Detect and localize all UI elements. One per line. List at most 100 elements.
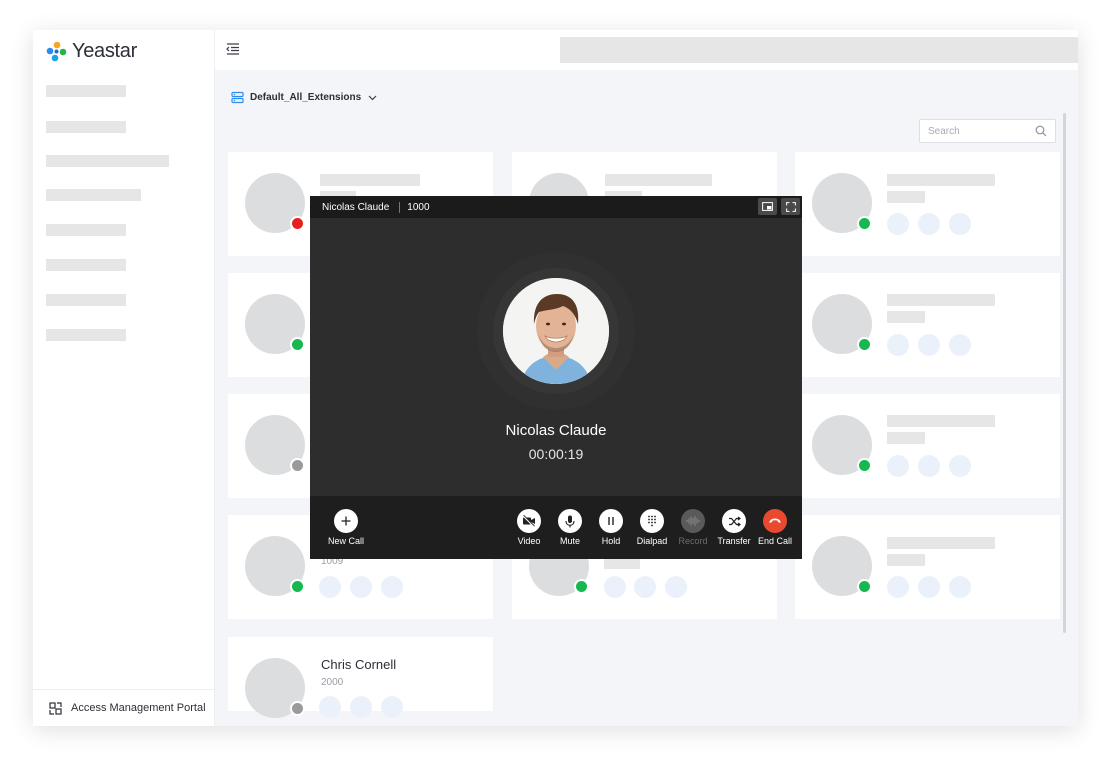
status-online-indicator [857, 337, 872, 352]
contact-card[interactable] [795, 273, 1060, 377]
ext-placeholder [887, 311, 925, 323]
sidebar-item-placeholder[interactable] [46, 189, 141, 201]
header-placeholder-bar [560, 37, 1078, 63]
action-placeholder-icon[interactable] [918, 455, 940, 477]
name-placeholder [320, 174, 420, 186]
hold-button[interactable]: Hold [588, 509, 634, 546]
transfer-icon [728, 516, 741, 526]
action-placeholder-icon[interactable] [381, 696, 403, 718]
sidebar-item-placeholder[interactable] [46, 85, 126, 97]
action-placeholder-icon[interactable] [949, 213, 971, 235]
transfer-button[interactable]: Transfer [711, 509, 757, 546]
contact-card[interactable] [795, 152, 1060, 256]
caller-avatar [503, 278, 609, 384]
action-placeholder-icon[interactable] [887, 455, 909, 477]
action-placeholder-icon[interactable] [949, 455, 971, 477]
name-placeholder [887, 537, 995, 549]
action-placeholder-icon[interactable] [918, 576, 940, 598]
status-online-indicator [290, 337, 305, 352]
fullscreen-button[interactable] [781, 198, 800, 215]
hold-circle [599, 509, 623, 533]
action-placeholder-icon[interactable] [665, 576, 687, 598]
microphone-icon [565, 515, 575, 527]
sidebar-item-placeholder[interactable] [46, 121, 126, 133]
extension-group-selector[interactable]: Default_All_Extensions [231, 91, 377, 104]
top-header [215, 30, 1078, 70]
action-placeholder-icon[interactable] [350, 696, 372, 718]
end-call-circle [763, 509, 787, 533]
sidebar-item-placeholder[interactable] [46, 329, 126, 341]
action-placeholder-icon[interactable] [887, 334, 909, 356]
action-placeholder-icon[interactable] [634, 576, 656, 598]
search-icon[interactable] [1035, 125, 1047, 137]
sidebar-item-placeholder[interactable] [46, 155, 169, 167]
video-button[interactable]: Video [506, 509, 552, 546]
record-label: Record [678, 536, 708, 546]
active-call-window: Nicolas Claude 1000 Nicolas Claude 00:00… [310, 196, 802, 559]
action-placeholder-icon[interactable] [350, 576, 372, 598]
dialpad-icon [648, 515, 656, 527]
action-placeholder-icon[interactable] [887, 576, 909, 598]
transfer-label: Transfer [717, 536, 751, 546]
new-call-label: New Call [327, 536, 364, 546]
record-circle [681, 509, 705, 533]
new-call-button[interactable]: New Call [323, 509, 369, 546]
action-placeholder-icon[interactable] [319, 576, 341, 598]
picture-in-picture-button[interactable] [758, 198, 777, 215]
action-placeholder-icon[interactable] [949, 334, 971, 356]
ext-placeholder [887, 554, 925, 566]
end-call-button[interactable]: End Call [752, 509, 798, 546]
yeastar-logo: Yeastar [46, 40, 137, 63]
access-management-portal-link[interactable]: Access Management Portal [33, 689, 215, 726]
dialpad-label: Dialpad [636, 536, 668, 546]
call-title-name: Nicolas Claude [322, 201, 390, 213]
chevron-down-icon [368, 95, 377, 100]
action-placeholder-icon[interactable] [918, 213, 940, 235]
sidebar-item-placeholder[interactable] [46, 294, 126, 306]
dialpad-button[interactable]: Dialpad [629, 509, 675, 546]
mute-button[interactable]: Mute [547, 509, 593, 546]
ext-placeholder [604, 559, 640, 569]
action-placeholder-icon[interactable] [887, 213, 909, 235]
content-scrollbar[interactable] [1063, 113, 1066, 633]
name-placeholder [887, 294, 995, 306]
call-title-extension: 1000 [407, 201, 430, 213]
video-circle [517, 509, 541, 533]
dialpad-circle [640, 509, 664, 533]
action-placeholder-icon[interactable] [381, 576, 403, 598]
search-input[interactable] [920, 120, 1030, 142]
plus-icon [341, 516, 351, 526]
sidebar-item-placeholder[interactable] [46, 224, 126, 236]
mute-circle [558, 509, 582, 533]
action-placeholder-icon[interactable] [918, 334, 940, 356]
record-button[interactable]: Record [670, 509, 716, 546]
video-label: Video [517, 536, 541, 546]
new-call-circle [334, 509, 358, 533]
call-control-bar: New Call Video Mute Hold Dialpad Record … [310, 496, 802, 559]
title-divider [399, 201, 401, 213]
caller-name: Nicolas Claude [505, 422, 607, 439]
action-placeholder-icon[interactable] [604, 576, 626, 598]
contact-card[interactable] [795, 515, 1060, 619]
call-timer: 00:00:19 [528, 446, 584, 462]
contact-card[interactable]: Chris Cornell 2000 [228, 637, 493, 718]
yeastar-logo-icon [46, 41, 67, 61]
action-placeholder-icon[interactable] [949, 576, 971, 598]
search-box[interactable] [919, 119, 1056, 143]
status-online-indicator [574, 579, 589, 594]
sidebar: Yeastar Access Management Portal [33, 30, 215, 726]
portal-icon [49, 701, 62, 715]
action-placeholder-icon[interactable] [319, 696, 341, 718]
contact-extension: 2000 [321, 677, 344, 688]
app-window: Yeastar Access Management Portal Default… [33, 30, 1078, 726]
contact-card[interactable] [795, 394, 1060, 498]
mute-label: Mute [559, 536, 580, 546]
status-online-indicator [857, 458, 872, 473]
status-busy-indicator [290, 216, 305, 231]
sidebar-item-placeholder[interactable] [46, 259, 126, 271]
picture-in-picture-icon [762, 202, 773, 211]
menu-collapse-icon[interactable] [225, 42, 241, 56]
name-placeholder [887, 174, 995, 186]
status-online-indicator [857, 216, 872, 231]
status-online-indicator [857, 579, 872, 594]
